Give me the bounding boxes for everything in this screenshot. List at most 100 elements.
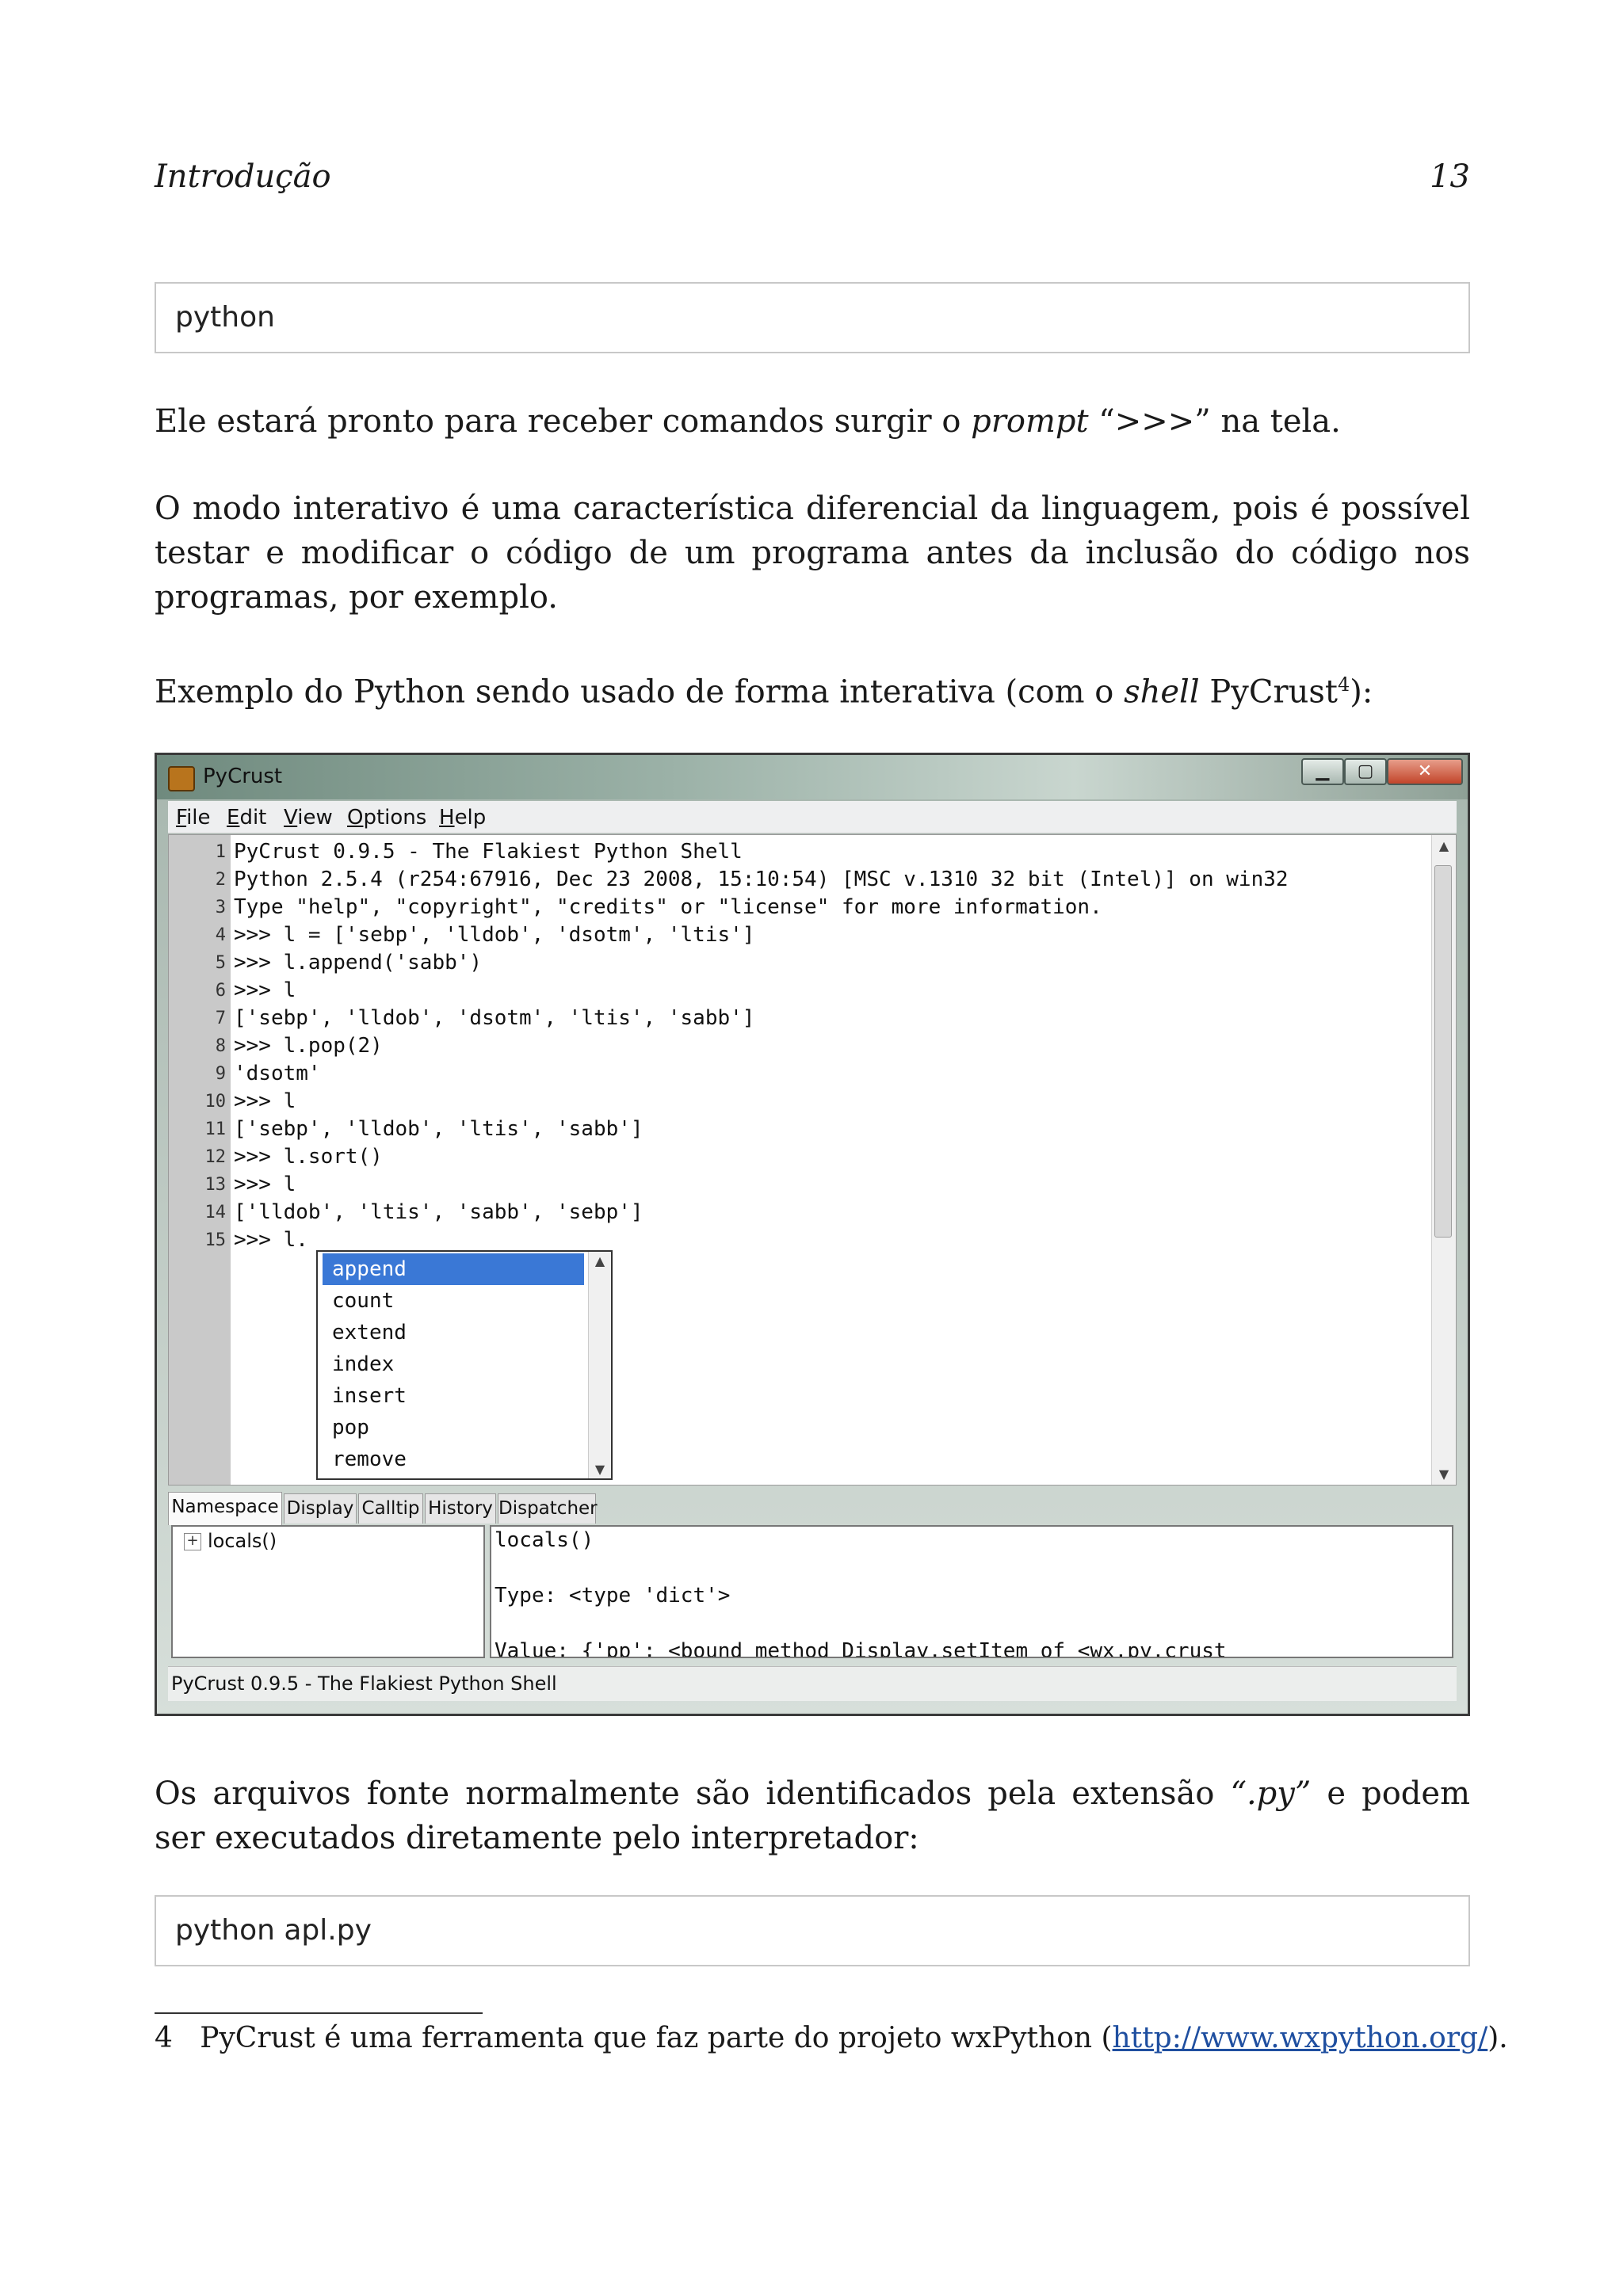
autocomplete-item[interactable]: index xyxy=(323,1348,584,1380)
line-number: 2 xyxy=(215,870,226,890)
menu-bar: File Edit View Options Help xyxy=(168,801,1457,833)
namespace-tree[interactable]: + locals() xyxy=(171,1525,485,1658)
shell-editor[interactable]: 1 PyCrust 0.9.5 - The Flakiest Python She… xyxy=(168,834,1457,1486)
line-code: ['lldob', 'ltis', 'sabb', 'sebp'] xyxy=(234,1200,643,1224)
autocomplete-item[interactable]: count xyxy=(323,1285,584,1317)
line-code: >>> l. xyxy=(234,1228,308,1252)
line-code: >>> l.append('sabb') xyxy=(234,951,483,974)
emphasis-prompt: prompt xyxy=(971,403,1089,440)
shell-line: 2 Python 2.5.4 (r254:67916, Dec 23 2008, … xyxy=(169,866,1405,894)
line-code: 'dsotm' xyxy=(234,1062,321,1085)
notebook-tabs: Namespace Display Calltip History Dispat… xyxy=(168,1492,1457,1525)
emphasis-extension: “.py” xyxy=(1230,1775,1312,1812)
editor-scrollbar[interactable]: ▲ ▼ xyxy=(1431,835,1456,1485)
tab-namespace[interactable]: Namespace xyxy=(168,1492,282,1525)
paragraph-text: PyCrust xyxy=(1199,673,1338,711)
shell-line: 11 ['sebp', 'lldob', 'ltis', 'sabb'] xyxy=(169,1116,1405,1143)
line-number: 8 xyxy=(215,1036,226,1056)
autocomplete-item[interactable]: insert xyxy=(323,1380,584,1412)
scroll-down-arrow-icon[interactable]: ▼ xyxy=(1432,1466,1456,1482)
scrollbar-thumb[interactable] xyxy=(1434,865,1452,1238)
line-code: >>> l = ['sebp', 'lldob', 'dsotm', 'ltis… xyxy=(234,923,755,947)
code-box-python: python xyxy=(155,282,1470,353)
paragraph-example: Exemplo do Python sendo usado de forma i… xyxy=(155,662,1470,714)
line-code: >>> l xyxy=(234,978,296,1002)
title-bar: PyCrust ▁ ▢ ✕ xyxy=(157,755,1468,799)
line-number: 7 xyxy=(215,1009,226,1028)
menu-help[interactable]: Help xyxy=(439,806,486,830)
footnote-text: ). xyxy=(1487,2022,1508,2054)
line-code: >>> l xyxy=(234,1089,296,1113)
paragraph-text: ): xyxy=(1350,673,1373,711)
scroll-down-arrow-icon[interactable]: ▼ xyxy=(589,1462,611,1477)
line-code: Python 2.5.4 (r254:67916, Dec 23 2008, 1… xyxy=(234,868,1289,891)
shell-line: 9 'dsotm' xyxy=(169,1060,1405,1088)
autocomplete-item[interactable]: append xyxy=(323,1253,584,1285)
footnote-number: 4 xyxy=(155,2022,173,2054)
tab-display[interactable]: Display xyxy=(284,1493,357,1524)
autocomplete-popup[interactable]: append count extend index insert pop remove ▲ … xyxy=(316,1250,613,1480)
window-title: PyCrust xyxy=(203,765,283,788)
footnote-text: PyCrust é uma ferramenta que faz parte d… xyxy=(200,2022,1113,2054)
pycrust-window: PyCrust ▁ ▢ ✕ File Edit View Options Hel… xyxy=(155,753,1470,1716)
autocomplete-item[interactable]: extend xyxy=(323,1317,584,1348)
paragraph-interactive-mode: O modo interativo é uma característica d… xyxy=(155,490,1470,616)
running-header-title: Introdução xyxy=(155,158,331,195)
shell-line: 1 PyCrust 0.9.5 - The Flakiest Python She… xyxy=(169,838,1405,866)
tab-dispatcher[interactable]: Dispatcher xyxy=(498,1493,598,1524)
autocomplete-item[interactable]: pop xyxy=(323,1412,584,1444)
scroll-up-arrow-icon[interactable]: ▲ xyxy=(589,1253,611,1268)
line-number: 3 xyxy=(215,898,226,917)
shell-line: 14 ['lldob', 'ltis', 'sabb', 'sebp'] xyxy=(169,1199,1405,1226)
footnote-rule xyxy=(155,2012,483,2014)
namespace-detail[interactable]: locals() Type: <type 'dict'> Value: {'pp… xyxy=(490,1525,1453,1658)
line-code: >>> l xyxy=(234,1173,296,1196)
shell-line: 3 Type "help", "copyright", "credits" or … xyxy=(169,894,1405,921)
paragraph-source-files: Os arquivos fonte normalmente são identi… xyxy=(155,1772,1470,1860)
tab-history[interactable]: History xyxy=(425,1493,496,1524)
detail-line: locals() xyxy=(495,1528,594,1552)
line-code: ['sebp', 'lldob', 'ltis', 'sabb'] xyxy=(234,1117,643,1141)
scroll-up-arrow-icon[interactable]: ▲ xyxy=(1432,838,1456,853)
shell-line: 4 >>> l = ['sebp', 'lldob', 'dsotm', 'lti… xyxy=(169,921,1405,949)
detail-line: Type: <type 'dict'> xyxy=(495,1584,731,1608)
menu-edit[interactable]: Edit xyxy=(227,806,266,830)
shell-line: 12 >>> l.sort() xyxy=(169,1143,1405,1171)
line-code: ['sebp', 'lldob', 'dsotm', 'ltis', 'sabb… xyxy=(234,1006,755,1030)
line-number: 14 xyxy=(204,1203,227,1222)
tab-calltip[interactable]: Calltip xyxy=(358,1493,423,1524)
shell-line: 8 >>> l.pop(2) xyxy=(169,1032,1405,1060)
line-number: 10 xyxy=(204,1092,227,1112)
close-button[interactable]: ✕ xyxy=(1387,758,1463,785)
detail-line: Value: {'pp': <bound method Display.setI… xyxy=(495,1639,1227,1658)
expand-icon[interactable]: + xyxy=(184,1533,201,1550)
line-number: 1 xyxy=(215,842,226,862)
paragraph-prompt: Ele estará pronto para receber comandos … xyxy=(155,399,1470,444)
maximize-button[interactable]: ▢ xyxy=(1344,758,1387,785)
emphasis-shell: shell xyxy=(1124,673,1200,711)
line-number: 15 xyxy=(204,1230,227,1250)
paragraph-text: Exemplo do Python sendo usado de forma i… xyxy=(155,673,1125,711)
tree-item-locals[interactable]: locals() xyxy=(208,1530,277,1552)
autocomplete-scrollbar[interactable]: ▲ ▼ xyxy=(588,1252,611,1478)
minimize-button[interactable]: ▁ xyxy=(1301,758,1344,785)
shell-line: 10 >>> l xyxy=(169,1088,1405,1116)
paragraph-text: “>>>” na tela. xyxy=(1088,403,1341,440)
autocomplete-item[interactable]: remove xyxy=(323,1444,584,1475)
menu-file[interactable]: File xyxy=(176,806,211,830)
line-number: 4 xyxy=(215,925,226,945)
shell-line: 5 >>> l.append('sabb') xyxy=(169,949,1405,977)
line-code: PyCrust 0.9.5 - The Flakiest Python Shel… xyxy=(234,840,743,864)
line-number: 12 xyxy=(204,1147,227,1167)
menu-options[interactable]: Options xyxy=(347,806,426,830)
line-number: 9 xyxy=(215,1064,226,1084)
page-number: 13 xyxy=(1430,158,1470,195)
menu-view[interactable]: View xyxy=(284,806,333,830)
footnote-ref[interactable]: 4 xyxy=(1338,673,1350,696)
shell-line: 7 ['sebp', 'lldob', 'dsotm', 'ltis', 'sab… xyxy=(169,1005,1405,1032)
footnote-link[interactable]: http://www.wxpython.org/ xyxy=(1113,2022,1488,2054)
line-number: 5 xyxy=(215,953,226,973)
line-code: >>> l.pop(2) xyxy=(234,1034,383,1058)
line-number: 11 xyxy=(204,1119,227,1139)
line-code: >>> l.sort() xyxy=(234,1145,383,1169)
